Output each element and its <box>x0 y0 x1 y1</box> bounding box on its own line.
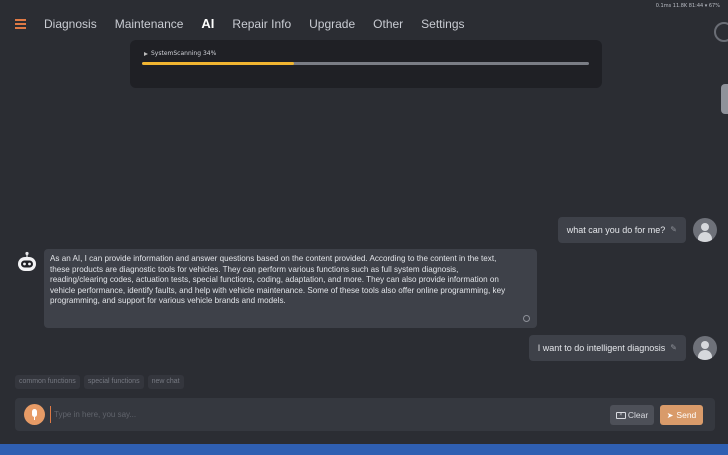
quick-chip-row: common functions special functions new c… <box>15 375 184 389</box>
edit-pencil-icon[interactable]: ✎ <box>670 335 677 361</box>
user-message-bubble: what can you do for me? ✎ <box>557 217 686 243</box>
hamburger-menu-icon[interactable] <box>5 10 35 38</box>
play-icon <box>144 51 148 56</box>
chat-text-input[interactable] <box>50 406 570 423</box>
bottom-strip <box>0 444 728 455</box>
edit-pencil-icon[interactable]: ✎ <box>670 217 677 243</box>
bot-message-text: As an AI, I can provide information and … <box>50 254 506 305</box>
clear-button[interactable]: × Clear <box>610 405 654 425</box>
top-navigation: Diagnosis Maintenance AI Repair Info Upg… <box>0 10 728 38</box>
nav-item-settings[interactable]: Settings <box>412 10 473 38</box>
nav-item-diagnosis[interactable]: Diagnosis <box>35 10 106 38</box>
clear-button-label: Clear <box>627 410 649 420</box>
chip-new-chat[interactable]: new chat <box>147 375 184 389</box>
robot-avatar-icon <box>15 251 39 275</box>
clear-icon: × <box>615 411 626 419</box>
user-message-text: I want to do intelligent diagnosis <box>537 343 666 353</box>
chip-special-functions[interactable]: special functions <box>83 375 144 389</box>
send-button[interactable]: ➤ Send <box>660 405 703 425</box>
system-scan-panel: SystemScanning 34% <box>130 40 602 88</box>
nav-item-upgrade[interactable]: Upgrade <box>300 10 364 38</box>
chat-input-bar: × Clear ➤ Send <box>15 398 715 431</box>
user-message-bubble: I want to do intelligent diagnosis ✎ <box>528 335 686 361</box>
nav-item-ai[interactable]: AI <box>192 10 223 38</box>
scan-progress-track <box>142 62 589 65</box>
send-icon: ➤ <box>666 410 674 420</box>
nav-item-maintenance[interactable]: Maintenance <box>106 10 193 38</box>
user-message-text: what can you do for me? <box>566 225 666 235</box>
send-button-label: Send <box>676 410 697 420</box>
nav-item-other[interactable]: Other <box>364 10 412 38</box>
chip-common-functions[interactable]: common functions <box>15 375 80 389</box>
scan-progress-fill <box>142 62 294 65</box>
user-avatar <box>693 218 717 242</box>
copy-icon[interactable] <box>523 315 530 322</box>
microphone-button[interactable] <box>24 404 45 425</box>
side-drawer-handle[interactable] <box>721 84 728 114</box>
bot-message-bubble: As an AI, I can provide information and … <box>44 249 537 328</box>
scan-status-label: SystemScanning 34% <box>151 50 217 57</box>
user-avatar <box>693 336 717 360</box>
floating-ring-icon[interactable] <box>714 22 728 42</box>
nav-item-repair-info[interactable]: Repair Info <box>223 10 300 38</box>
